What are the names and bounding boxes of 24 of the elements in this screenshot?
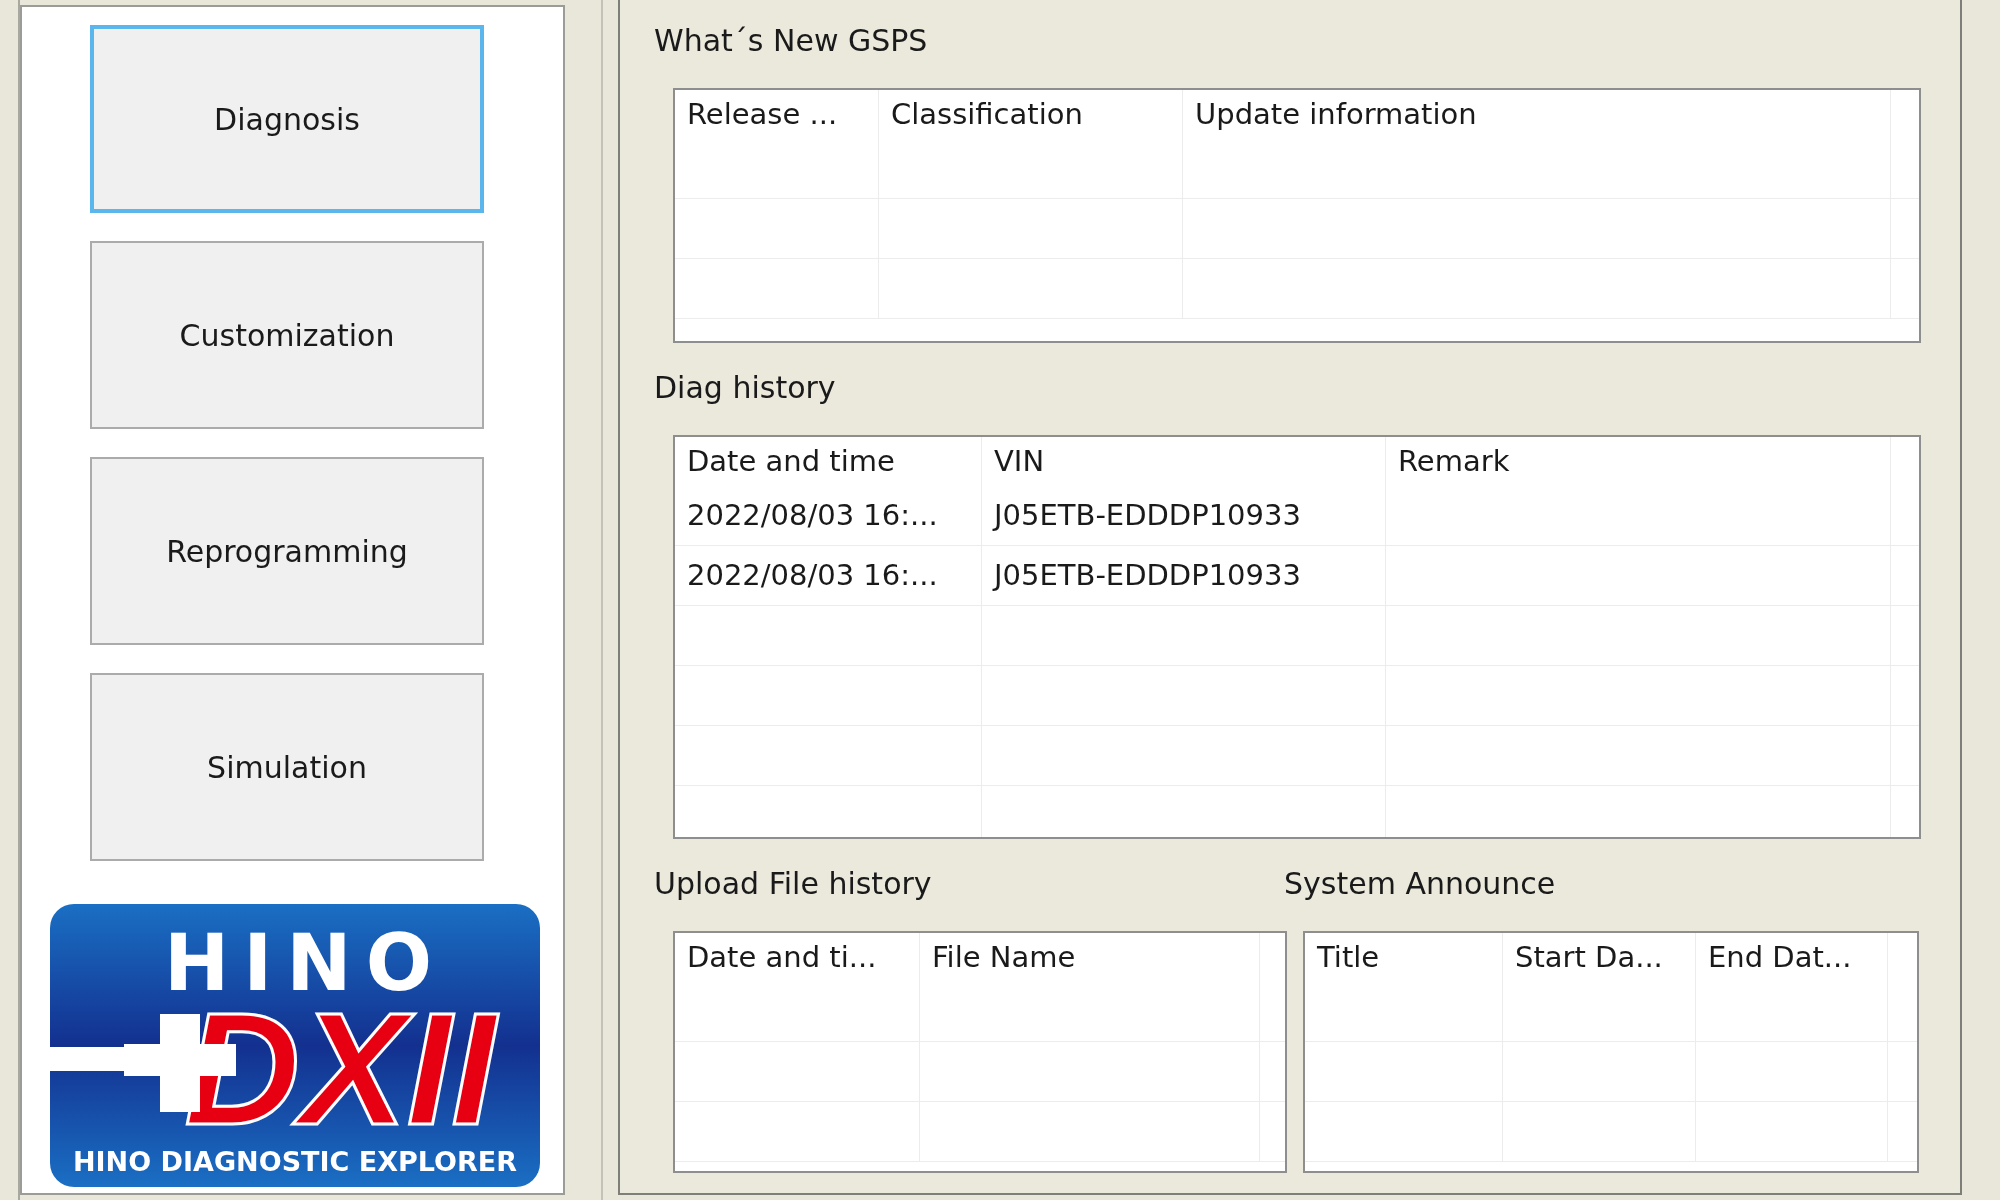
section-title: Diag history <box>654 373 837 403</box>
nav-button[interactable]: Simulation <box>90 673 484 861</box>
table-cell: 2022/08/03 16:... <box>687 561 938 590</box>
section-title: Upload File history <box>654 869 933 899</box>
column-header[interactable]: Date and ti... <box>687 943 877 972</box>
column-header[interactable]: Classification <box>891 100 1083 129</box>
nav-button[interactable]: Diagnosis <box>90 25 484 213</box>
nav-button[interactable]: Customization <box>90 241 484 429</box>
column-header[interactable]: Date and time <box>687 447 895 476</box>
table-cell: 2022/08/03 16:... <box>687 501 938 530</box>
column-header[interactable]: End Dat... <box>1708 943 1852 972</box>
section-title: What´s New GSPS <box>654 26 929 56</box>
column-header[interactable]: VIN <box>994 447 1045 476</box>
table-cell: J05ETB-EDDDP10933 <box>994 501 1301 530</box>
column-header[interactable]: Title <box>1317 943 1380 972</box>
column-header[interactable]: Start Da... <box>1515 943 1663 972</box>
column-header[interactable]: Release ... <box>687 100 838 129</box>
section-title: System Announce <box>1284 869 1557 899</box>
column-header[interactable]: Remark <box>1398 447 1510 476</box>
table-cell: J05ETB-EDDDP10933 <box>994 561 1301 590</box>
logo-tagline: HINO DIAGNOSTIC EXPLORER <box>72 1146 518 1177</box>
column-header[interactable]: File Name <box>932 943 1076 972</box>
column-header[interactable]: Update information <box>1195 100 1477 129</box>
nav-button[interactable]: Reprogramming <box>90 457 484 645</box>
